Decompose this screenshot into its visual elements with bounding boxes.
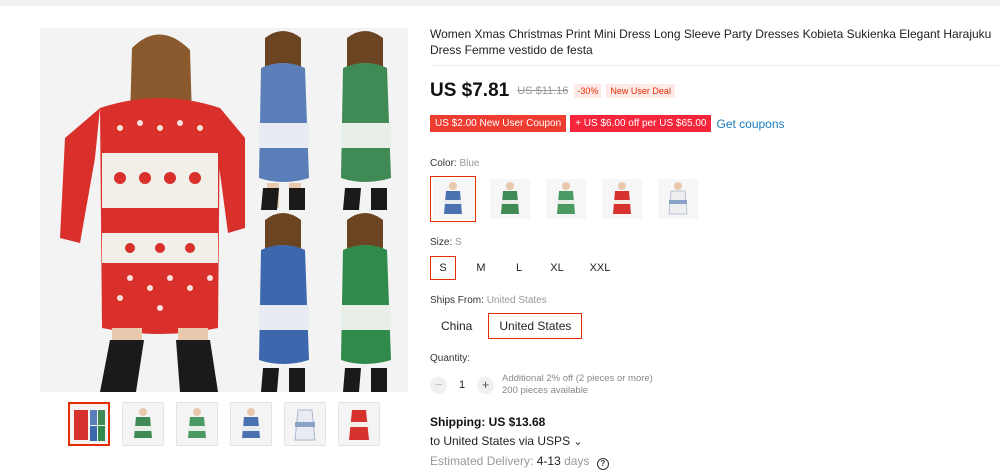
color-option-blue[interactable] [430,176,476,222]
ships-from-label-text: Ships From: [430,295,484,306]
color-option-red[interactable] [600,177,644,221]
bulk-discount-text: Additional 2% off (2 pieces or more) [502,373,653,384]
dress-thumb-icon [134,408,152,438]
thumbnail-red[interactable] [68,402,110,446]
product-collage [40,28,408,392]
new-user-coupon[interactable]: US $2.00 New User Coupon [430,115,567,132]
color-option-green-light[interactable] [544,177,588,221]
quantity-info: Additional 2% off (2 pieces or more) 200… [502,373,653,397]
current-price: US $7.81 [430,80,510,101]
shipping-cost: Shipping: US $13.68 [430,415,546,429]
quantity-stepper: − 1 + Additional 2% off (2 pieces or mor… [430,373,653,397]
size-option-xxl[interactable]: XXL [582,256,618,280]
title-divider [430,65,1000,66]
ships-from-china[interactable]: China [430,313,483,339]
shipping-destination[interactable]: to United States via USPS ⌄ [430,434,583,448]
color-selected-value: Blue [459,158,480,169]
stock-available-text: 200 pieces available [502,385,589,396]
color-option-green[interactable] [488,177,532,221]
delivery-unit: days [564,454,590,468]
ships-from-selected-value: United States [486,295,547,306]
help-icon[interactable]: ? [596,458,609,470]
dress-thumb-icon [188,408,206,438]
size-label-text: Size: [430,237,453,248]
color-label: Color: Blue [430,158,479,169]
discount-badge: -30% [574,84,602,98]
thumbnail-strip [68,402,380,446]
size-option-s[interactable]: S [430,256,456,280]
product-title: Women Xmas Christmas Print Mini Dress Lo… [430,27,992,57]
dress-thumb-icon [294,409,316,441]
thumbnail-red-back[interactable] [338,402,380,446]
color-options [430,176,700,222]
dress-thumb-icon [74,410,105,441]
ships-from-options: China United States [430,313,583,339]
coupon-row: US $2.00 New User Coupon + US $6.00 off … [430,115,785,132]
price-row: US $7.81 US $11.16 -30% New User Deal [430,80,675,102]
top-bar [0,0,1000,6]
thumbnail-green-light[interactable] [176,402,218,446]
thumbnail-blue[interactable] [230,402,272,446]
original-price: US $11.16 [517,85,569,97]
size-option-l[interactable]: L [506,256,532,280]
new-user-deal-badge: New User Deal [606,84,675,98]
color-option-white[interactable] [656,177,700,221]
dress-swatch-icon [444,182,462,214]
get-coupons-link[interactable]: Get coupons [716,117,784,131]
quantity-increase-button[interactable]: + [477,376,494,394]
quantity-value[interactable]: 1 [447,379,477,391]
size-options: S M L XL XXL [430,256,618,280]
dress-swatch-icon [557,182,575,214]
estimated-delivery: Estimated Delivery: 4-13 days ? [430,454,609,470]
size-option-xl[interactable]: XL [542,256,572,280]
dress-swatch-icon [613,182,631,214]
color-label-text: Color: [430,158,457,169]
chevron-down-icon: ⌄ [573,436,583,448]
main-product-image[interactable] [40,28,408,392]
size-label: Size: S [430,237,462,248]
store-coupon[interactable]: + US $6.00 off per US $65.00 [570,115,712,132]
dress-thumb-icon [242,408,260,438]
ships-from-united-states[interactable]: United States [488,313,583,339]
ships-from-label: Ships From: United States [430,295,547,306]
size-option-m[interactable]: M [468,256,494,280]
delivery-label: Estimated Delivery: [430,454,534,468]
thumbnail-green[interactable] [122,402,164,446]
size-selected-value: S [455,237,462,248]
dress-swatch-icon [501,182,519,214]
dress-swatch-icon [668,182,688,215]
delivery-days: 4-13 [536,454,561,468]
thumbnail-white[interactable] [284,402,326,446]
quantity-decrease-button[interactable]: − [430,376,447,394]
dress-thumb-icon [349,410,369,440]
quantity-label: Quantity: [430,353,471,364]
shipping-destination-text: to United States via USPS [430,434,571,448]
